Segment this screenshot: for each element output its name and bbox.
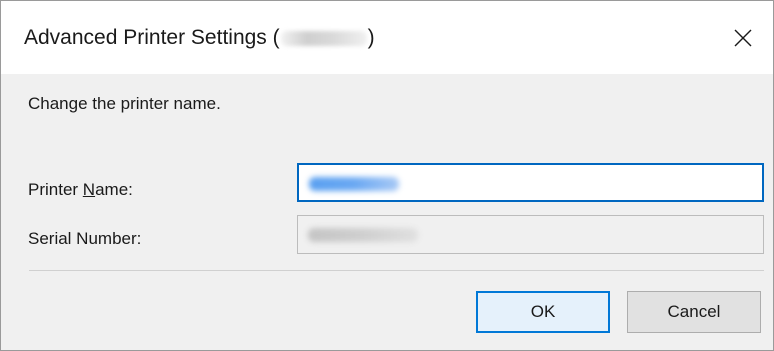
cancel-button[interactable]: Cancel — [627, 291, 761, 333]
separator-line — [29, 270, 764, 271]
advanced-printer-settings-dialog: Advanced Printer Settings () Change the … — [0, 0, 774, 351]
printer-name-label-mnemonic: N — [82, 180, 96, 199]
printer-name-label: Printer Name: — [28, 180, 133, 200]
dialog-content: Change the printer name. Printer Name: S… — [1, 74, 773, 350]
dialog-title: Advanced Printer Settings () — [24, 26, 375, 50]
redacted-printer-name-value — [309, 177, 399, 191]
printer-name-input[interactable] — [297, 163, 764, 202]
close-button[interactable] — [713, 1, 773, 74]
redacted-serial-number-value — [308, 228, 418, 242]
redacted-printer-model — [280, 30, 367, 46]
dialog-title-prefix: Advanced Printer Settings ( — [24, 26, 280, 49]
printer-name-label-pre: Printer — [28, 180, 83, 199]
ok-button[interactable]: OK — [476, 291, 610, 333]
serial-number-field — [297, 215, 764, 254]
title-bar[interactable]: Advanced Printer Settings () — [1, 1, 773, 74]
dialog-title-suffix: ) — [367, 26, 375, 49]
serial-number-label: Serial Number: — [28, 229, 142, 248]
close-icon — [734, 29, 752, 46]
instruction-text: Change the printer name. — [28, 94, 221, 113]
printer-name-label-post: ame: — [95, 180, 133, 199]
